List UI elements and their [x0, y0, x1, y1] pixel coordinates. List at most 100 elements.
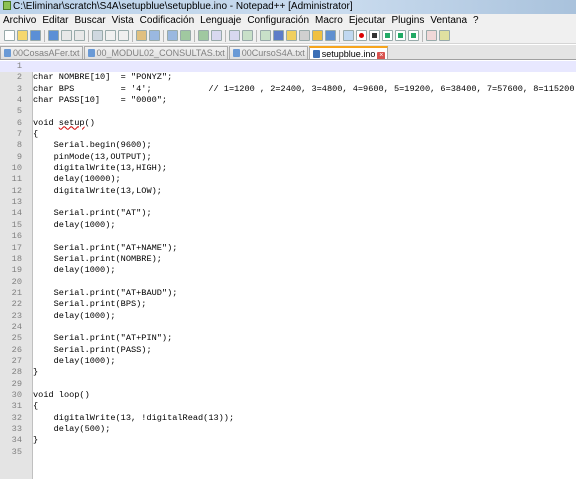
print-icon[interactable] — [92, 30, 103, 41]
code-line[interactable]: 7{ — [0, 129, 576, 140]
udl-icon[interactable] — [312, 30, 323, 41]
code-line[interactable]: 5 — [0, 106, 576, 117]
code-text: Serial.print("AT+NAME"); — [33, 242, 178, 253]
toolbar-separator — [88, 30, 89, 42]
code-line[interactable]: 19 delay(1000); — [0, 265, 576, 276]
redo-icon[interactable] — [167, 30, 178, 41]
sync-h-icon[interactable] — [260, 30, 271, 41]
code-line[interactable]: 4 char PASS[10] = "0000"; — [0, 95, 576, 106]
code-line[interactable]: 11 delay(10000); — [0, 174, 576, 185]
menu-item-7[interactable]: Macro — [312, 14, 346, 28]
editor[interactable]: 1 2 char NOMBRE[10] = "PONYZ"; 3 char BPS = … — [0, 61, 576, 479]
code-text: Serial.begin(9600); — [33, 140, 152, 151]
save-macro-icon[interactable] — [408, 30, 419, 41]
code-line[interactable]: 10 digitalWrite(13,HIGH); — [0, 163, 576, 174]
run-macro-multiple-icon[interactable] — [395, 30, 406, 41]
code-line[interactable]: 28} — [0, 367, 576, 378]
menu-item-11[interactable]: ? — [470, 14, 482, 28]
record-macro-icon[interactable] — [356, 30, 367, 41]
save-icon[interactable] — [30, 30, 41, 41]
code-line[interactable]: 16 — [0, 231, 576, 242]
line-number: 24 — [11, 321, 22, 332]
code-line[interactable]: 31 { — [0, 401, 576, 412]
menu-item-0[interactable]: Archivo — [0, 14, 39, 28]
undo-icon[interactable] — [149, 30, 160, 41]
toolbar-separator — [256, 30, 257, 42]
line-number: 27 — [11, 355, 22, 366]
menu-item-2[interactable]: Buscar — [71, 14, 108, 28]
zoom-in-icon[interactable] — [211, 30, 222, 41]
code-line[interactable]: 13 — [0, 197, 576, 208]
tab-0[interactable]: 00CosasAFer.txt — [0, 46, 83, 59]
menu-item-1[interactable]: Editar — [39, 14, 71, 28]
tab-2[interactable]: 00CursoS4A.txt — [228, 46, 308, 59]
tab-1[interactable]: 00_MODUL02_CONSULTAS.txt — [83, 46, 228, 59]
function-list-icon[interactable] — [343, 30, 354, 41]
code-line[interactable]: 25 Serial.print("AT+PIN"); — [0, 333, 576, 344]
paste-icon[interactable] — [136, 30, 147, 41]
code-line[interactable]: 9 pinMode(13,OUTPUT); — [0, 152, 576, 163]
code-line[interactable]: 8 Serial.begin(9600); — [0, 140, 576, 151]
code-line[interactable]: 18 Serial.print(NOMBRE); — [0, 254, 576, 265]
code-text: Serial.print("AT+PIN"); — [33, 333, 173, 344]
code-line[interactable]: 35 — [0, 447, 576, 458]
code-line[interactable]: 30 void loop() — [0, 390, 576, 401]
code-line[interactable]: 17 Serial.print("AT+NAME"); — [0, 243, 576, 254]
line-number: 21 — [11, 287, 22, 298]
code-line[interactable]: 14 Serial.print("AT"); — [0, 208, 576, 219]
code-line[interactable]: 12 digitalWrite(13,LOW); — [0, 186, 576, 197]
doc-map-icon[interactable] — [325, 30, 336, 41]
cut-icon[interactable] — [105, 30, 116, 41]
misc-icon[interactable] — [439, 30, 450, 41]
tab-3[interactable]: setupblue.ino × — [308, 46, 389, 59]
code-line[interactable]: 15 delay(1000); — [0, 220, 576, 231]
code-text: digitalWrite(13,HIGH); — [33, 163, 168, 174]
copy-icon[interactable] — [118, 30, 129, 41]
close-tab-icon[interactable]: × — [377, 52, 386, 59]
sync-v-icon[interactable] — [242, 30, 253, 41]
find-icon[interactable] — [180, 30, 191, 41]
play-macro-icon[interactable] — [382, 30, 393, 41]
code-line[interactable]: 33 delay(500); — [0, 424, 576, 435]
code-line[interactable]: 2 char NOMBRE[10] = "PONYZ"; — [0, 72, 576, 83]
line-number: 8 — [16, 140, 22, 151]
code-line[interactable]: 27 delay(1000); — [0, 356, 576, 367]
code-lines[interactable]: 1 2 char NOMBRE[10] = "PONYZ"; 3 char BPS = … — [0, 61, 576, 458]
zoom-out-icon[interactable] — [229, 30, 240, 41]
menu-item-10[interactable]: Ventana — [427, 14, 470, 28]
word-wrap-icon[interactable] — [273, 30, 284, 41]
close-icon[interactable] — [61, 30, 72, 41]
menu-item-6[interactable]: Configuración — [244, 14, 312, 28]
menu-item-9[interactable]: Plugins — [389, 14, 428, 28]
all-chars-icon[interactable] — [286, 30, 297, 41]
indent-guide-icon[interactable] — [299, 30, 310, 41]
close-all-icon[interactable] — [74, 30, 85, 41]
stop-record-icon[interactable] — [369, 30, 380, 41]
code-text: Serial.print(BPS); — [33, 299, 147, 310]
menu-item-4[interactable]: Codificación — [137, 14, 197, 28]
menu-item-8[interactable]: Ejecutar — [346, 14, 389, 28]
code-line[interactable]: 6 void setup() — [0, 118, 576, 129]
code-line[interactable]: 29 — [0, 379, 576, 390]
spell-check-icon[interactable] — [426, 30, 437, 41]
open-file-icon[interactable] — [17, 30, 28, 41]
code-line[interactable]: 20 — [0, 277, 576, 288]
save-all-icon[interactable] — [48, 30, 59, 41]
window-title: C:\Eliminar\scratch\S4A\setupblue\setupb… — [13, 1, 353, 12]
code-line[interactable]: 32 digitalWrite(13, !digitalRead(13)); — [0, 413, 576, 424]
menu-item-5[interactable]: Lenguaje — [197, 14, 244, 28]
code-line[interactable]: 34} — [0, 435, 576, 446]
code-line[interactable]: 1 — [0, 61, 576, 73]
code-text: { — [33, 401, 39, 412]
replace-icon[interactable] — [198, 30, 209, 41]
code-line[interactable]: 22 Serial.print(BPS); — [0, 299, 576, 310]
code-line[interactable]: 21 Serial.print("AT+BAUD"); — [0, 288, 576, 299]
new-file-icon[interactable] — [4, 30, 15, 41]
menu-item-3[interactable]: Vista — [109, 14, 137, 28]
code-line[interactable]: 24 — [0, 322, 576, 333]
code-line[interactable]: 3 char BPS = '4'; // 1=1200 , 2=2400, 3=4… — [0, 84, 576, 95]
line-number: 15 — [11, 219, 22, 230]
code-line[interactable]: 23 delay(1000); — [0, 311, 576, 322]
code-text: char BPS = '4'; // 1=1200 , 2=2400, 3=48… — [33, 83, 575, 94]
code-line[interactable]: 26 Serial.print(PASS); — [0, 345, 576, 356]
